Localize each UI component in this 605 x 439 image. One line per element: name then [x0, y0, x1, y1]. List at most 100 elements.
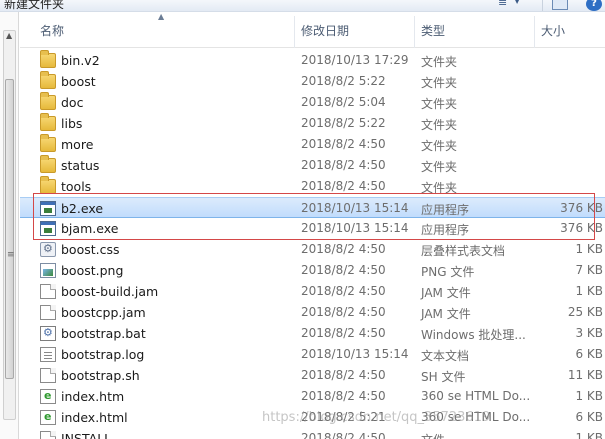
file-row[interactable]: libs 2018/8/2 5:22 文件夹 — [20, 113, 605, 134]
file-size: 25 KB — [567, 305, 603, 319]
column-header-size[interactable]: 大小 — [541, 22, 565, 39]
file-modified-date: 2018/8/2 5:22 — [301, 74, 386, 88]
file-name: index.htm — [61, 389, 125, 404]
file-modified-date: 2018/8/2 5:22 — [301, 116, 386, 130]
file-type: 文件夹 — [421, 139, 458, 153]
file-name: doc — [61, 95, 84, 110]
folder-icon — [40, 92, 56, 110]
file-row[interactable]: bootstrap.log 2018/10/13 15:14 文本文档 6 KB — [20, 344, 605, 365]
column-header: ▲ 名称 修改日期 类型 大小 — [20, 12, 605, 48]
help-icon[interactable]: ? — [586, 0, 602, 11]
file-name: libs — [61, 116, 83, 131]
file-type: 文件夹 — [421, 160, 458, 174]
file-size: 7 KB — [575, 263, 603, 277]
file-type: 文件夹 — [421, 55, 458, 69]
batch-file-icon — [40, 326, 56, 341]
file-row[interactable]: boostcpp.jam 2018/8/2 4:50 JAM 文件 25 KB — [20, 302, 605, 323]
file-type: 应用程序 — [421, 223, 470, 237]
file-size: 376 KB — [560, 201, 603, 215]
file-name: boost-build.jam — [61, 284, 159, 299]
folder-icon — [40, 50, 56, 68]
view-options-icon[interactable]: ≡ — [498, 0, 507, 9]
file-modified-date: 2018/8/2 4:50 — [301, 179, 386, 193]
file-row[interactable]: doc 2018/8/2 5:04 文件夹 — [20, 92, 605, 113]
folder-icon — [40, 155, 56, 173]
file-row[interactable]: boost.png 2018/8/2 4:50 PNG 文件 7 KB — [20, 260, 605, 281]
html-file-icon — [40, 410, 56, 425]
sort-ascending-icon: ▲ — [158, 12, 165, 21]
file-size: 6 KB — [575, 347, 603, 361]
scrollbar-grip-icon: ≡ — [7, 250, 15, 260]
file-modified-date: 2018/8/2 4:50 — [301, 305, 386, 319]
file-row[interactable]: boost.css 2018/8/2 4:50 层叠样式表文档 1 KB — [20, 239, 605, 260]
top-toolbar: 新建文件夹 ≡ ▼ ? — [0, 0, 605, 12]
file-row[interactable]: b2.exe 2018/10/13 15:14 应用程序 376 KB — [20, 197, 605, 218]
file-icon — [40, 368, 56, 383]
column-header-type[interactable]: 类型 — [421, 22, 445, 39]
file-name: boostcpp.jam — [61, 305, 146, 320]
file-type: 360 se HTML Do... — [421, 389, 531, 403]
file-row[interactable]: index.html 2018/8/2 5:21 360 se HTML Do...… — [20, 407, 605, 428]
file-modified-date: 2018/10/13 17:29 — [301, 53, 409, 67]
file-name: boost — [61, 74, 96, 89]
folder-icon — [40, 176, 56, 194]
file-row[interactable]: index.htm 2018/8/2 4:50 360 se HTML Do... 1… — [20, 386, 605, 407]
file-modified-date: 2018/8/2 4:50 — [301, 431, 386, 439]
exe-icon — [40, 201, 56, 216]
folder-icon — [40, 134, 56, 152]
file-modified-date: 2018/8/2 4:50 — [301, 137, 386, 151]
file-row[interactable]: boost 2018/8/2 5:22 文件夹 — [20, 71, 605, 92]
file-modified-date: 2018/8/2 4:50 — [301, 242, 386, 256]
file-size: 3 KB — [575, 326, 603, 340]
file-modified-date: 2018/8/2 5:21 — [301, 410, 386, 424]
chevron-down-icon[interactable]: ▼ — [514, 0, 520, 5]
file-name: status — [61, 158, 100, 173]
toolbar-separator — [542, 0, 543, 11]
preview-pane-icon[interactable] — [552, 0, 568, 10]
column-divider[interactable] — [294, 16, 295, 48]
file-row[interactable]: bjam.exe 2018/10/13 15:14 应用程序 376 KB — [20, 218, 605, 239]
file-modified-date: 2018/8/2 4:50 — [301, 158, 386, 172]
file-row[interactable]: bin.v2 2018/10/13 17:29 文件夹 — [20, 50, 605, 71]
file-modified-date: 2018/10/13 15:14 — [301, 347, 409, 361]
file-type: 文件夹 — [421, 181, 458, 195]
file-modified-date: 2018/10/13 15:14 — [301, 221, 409, 235]
file-size: 1 KB — [575, 284, 603, 298]
column-header-name[interactable]: 名称 — [40, 22, 64, 39]
column-divider[interactable] — [414, 16, 415, 48]
file-type: PNG 文件 — [421, 265, 475, 279]
html-file-icon — [40, 389, 56, 404]
file-row[interactable]: more 2018/8/2 4:50 文件夹 — [20, 134, 605, 155]
file-row[interactable]: bootstrap.sh 2018/8/2 4:50 SH 文件 11 KB — [20, 365, 605, 386]
navigation-pane: ▲ ≡ — [0, 12, 19, 439]
column-header-date[interactable]: 修改日期 — [301, 22, 349, 39]
file-size: 376 KB — [560, 221, 603, 235]
file-name: more — [61, 137, 94, 152]
file-type: JAM 文件 — [421, 307, 471, 321]
text-file-icon — [40, 347, 56, 362]
column-divider[interactable] — [534, 16, 535, 48]
file-row[interactable]: bootstrap.bat 2018/8/2 4:50 Windows 批处理...… — [20, 323, 605, 344]
file-type: 文本文档 — [421, 349, 470, 363]
file-row[interactable]: status 2018/8/2 4:50 文件夹 — [20, 155, 605, 176]
file-modified-date: 2018/8/2 4:50 — [301, 284, 386, 298]
file-name: bin.v2 — [61, 53, 100, 68]
folder-icon — [40, 71, 56, 89]
file-name: tools — [61, 179, 92, 194]
file-type: 文件夹 — [421, 97, 458, 111]
file-type: 文件夹 — [421, 76, 458, 90]
file-type: SH 文件 — [421, 370, 466, 384]
file-modified-date: 2018/8/2 4:50 — [301, 326, 386, 340]
file-modified-date: 2018/8/2 4:50 — [301, 263, 386, 277]
scroll-up-icon[interactable]: ▲ — [6, 31, 12, 40]
file-modified-date: 2018/8/2 4:50 — [301, 389, 386, 403]
file-row[interactable]: INSTALL 2018/8/2 4:50 文件 1 KB — [20, 428, 605, 439]
file-type: 层叠样式表文档 — [421, 244, 506, 258]
file-row[interactable]: boost-build.jam 2018/8/2 4:50 JAM 文件 1 KB — [20, 281, 605, 302]
css-file-icon — [40, 242, 56, 257]
file-name: bootstrap.sh — [61, 368, 140, 383]
nav-scrollbar[interactable]: ▲ ≡ — [3, 30, 16, 420]
file-row[interactable]: tools 2018/8/2 4:50 文件夹 — [20, 176, 605, 197]
file-icon — [40, 284, 56, 299]
scrollbar-thumb[interactable]: ≡ — [5, 79, 15, 379]
